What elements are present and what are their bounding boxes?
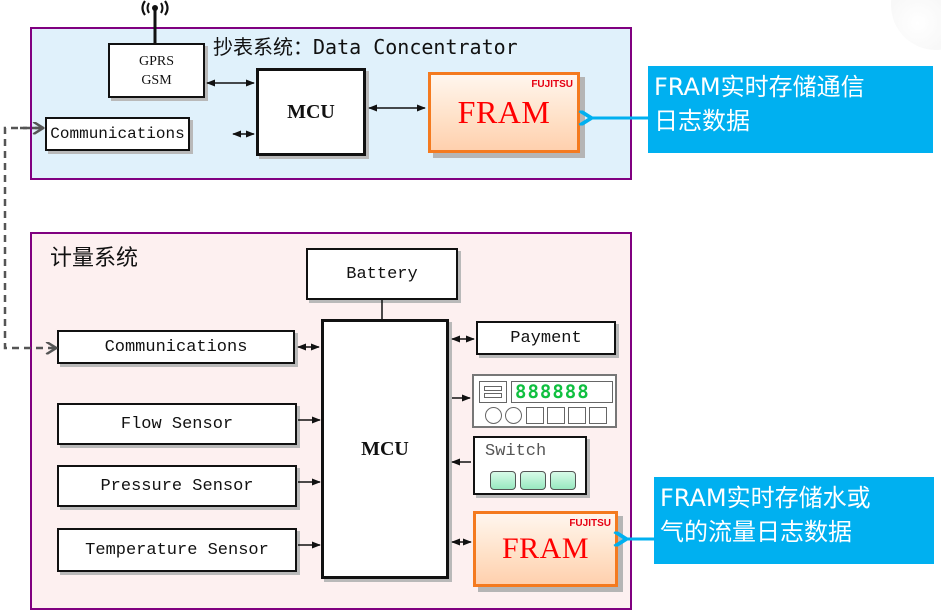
inter-system-link — [3, 126, 55, 348]
antenna-icon — [141, 0, 169, 43]
connector-layer — [3, 0, 654, 549]
